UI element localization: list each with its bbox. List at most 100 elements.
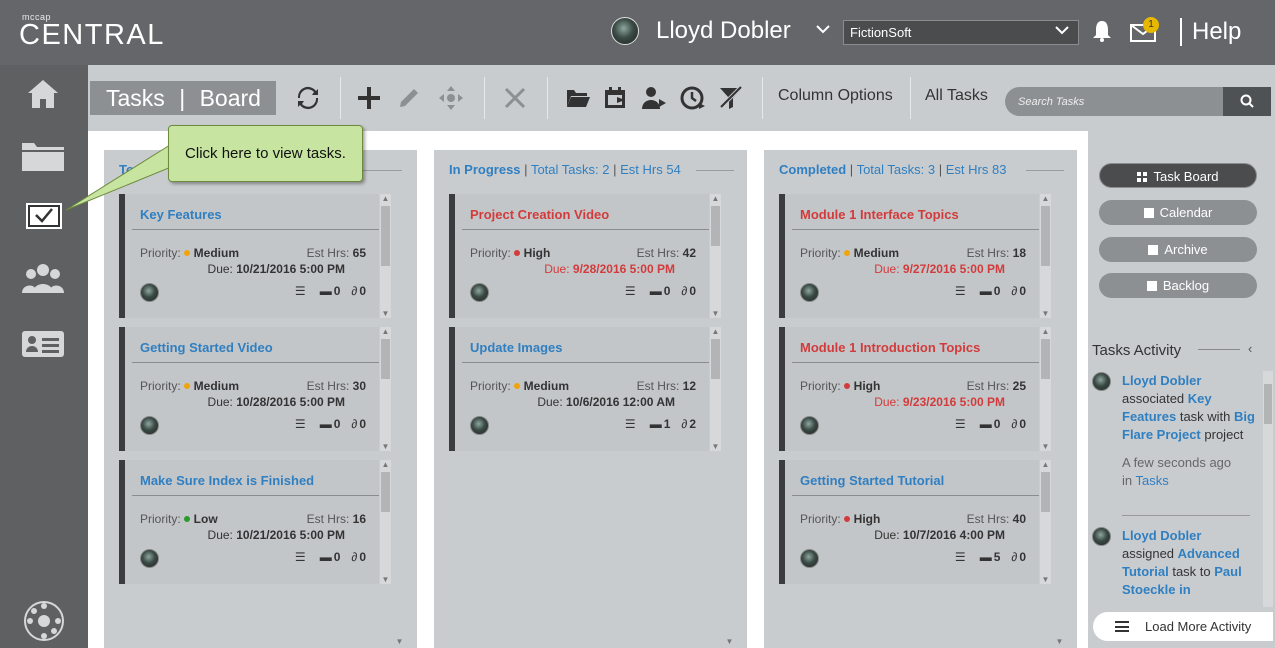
- task-title[interactable]: Update Images: [470, 340, 562, 355]
- scroll-up-icon[interactable]: ▲: [1040, 327, 1051, 336]
- checklist-icon[interactable]: ☰: [955, 284, 966, 298]
- scroll-up-icon[interactable]: ▲: [380, 194, 391, 203]
- column-name[interactable]: In Progress: [449, 162, 521, 177]
- comment-icon[interactable]: ▬: [650, 284, 662, 298]
- comment-icon[interactable]: ▬: [320, 284, 332, 298]
- scrollbar-thumb[interactable]: [711, 206, 720, 246]
- assignee-avatar[interactable]: [800, 549, 819, 568]
- attachment-icon[interactable]: ∂: [1011, 284, 1017, 298]
- assignee-avatar[interactable]: [140, 549, 159, 568]
- archive-button[interactable]: Archive: [1099, 237, 1257, 262]
- user-menu-chevron-icon[interactable]: [815, 22, 831, 40]
- activity-user-link[interactable]: Lloyd Dobler: [1122, 528, 1201, 543]
- task-card[interactable]: Make Sure Index is Finished Priority: Low E…: [119, 460, 379, 584]
- comment-icon[interactable]: ▬: [980, 284, 992, 298]
- comment-icon[interactable]: ▬: [320, 417, 332, 431]
- scroll-down-icon[interactable]: ▼: [1040, 442, 1051, 451]
- column-name[interactable]: To: [119, 162, 134, 177]
- checklist-icon[interactable]: ☰: [955, 550, 966, 564]
- home-icon[interactable]: [18, 77, 68, 117]
- column-scrollbar[interactable]: ▼: [1054, 190, 1065, 646]
- task-title[interactable]: Make Sure Index is Finished: [140, 473, 314, 488]
- column-scrollbar[interactable]: ▼: [724, 190, 735, 646]
- scrollbar-thumb[interactable]: [1041, 339, 1050, 379]
- card-scrollbar[interactable]: ▲ ▼: [380, 194, 391, 318]
- card-scrollbar[interactable]: ▲ ▼: [1040, 327, 1051, 451]
- scroll-down-icon[interactable]: ▼: [710, 442, 721, 451]
- delete-x-icon[interactable]: [502, 85, 528, 111]
- add-icon[interactable]: [356, 85, 382, 111]
- assignee-avatar[interactable]: [140, 283, 159, 302]
- card-scrollbar[interactable]: ▲ ▼: [710, 327, 721, 451]
- card-scrollbar[interactable]: ▲ ▼: [710, 194, 721, 318]
- user-avatar[interactable]: [611, 17, 639, 45]
- edit-pencil-icon[interactable]: [396, 85, 422, 111]
- checklist-icon[interactable]: ☰: [295, 550, 306, 564]
- search-input[interactable]: [1005, 87, 1223, 116]
- comment-icon[interactable]: ▬: [650, 417, 662, 431]
- task-title[interactable]: Key Features: [140, 207, 222, 222]
- checklist-icon[interactable]: ☰: [295, 284, 306, 298]
- scroll-down-icon[interactable]: ▼: [380, 575, 391, 584]
- attachment-icon[interactable]: ∂: [1011, 550, 1017, 564]
- card-scrollbar[interactable]: ▲ ▼: [1040, 194, 1051, 318]
- load-more-activity-button[interactable]: Load More Activity: [1093, 612, 1273, 641]
- task-card[interactable]: Key Features Priority: Medium Est Hrs: 65 Du…: [119, 194, 379, 318]
- checklist-icon[interactable]: ☰: [625, 284, 636, 298]
- clear-filter-icon[interactable]: [718, 85, 744, 111]
- comment-icon[interactable]: ▬: [320, 550, 332, 564]
- tasks-checkbox-icon[interactable]: [18, 199, 68, 239]
- calendar-button[interactable]: Calendar: [1099, 200, 1257, 225]
- assignee-avatar[interactable]: [470, 416, 489, 435]
- scrollbar-thumb[interactable]: [381, 206, 390, 266]
- task-card[interactable]: Module 1 Interface Topics Priority: Medium…: [779, 194, 1039, 318]
- bell-icon[interactable]: [1092, 20, 1112, 42]
- activity-where-link[interactable]: Tasks: [1136, 473, 1169, 488]
- card-scrollbar[interactable]: ▲ ▼: [380, 460, 391, 584]
- column-options-button[interactable]: Column Options: [778, 87, 893, 105]
- attachment-icon[interactable]: ∂: [351, 417, 357, 431]
- comment-icon[interactable]: ▬: [980, 550, 992, 564]
- activity-user-link[interactable]: Lloyd Dobler: [1122, 373, 1201, 388]
- column-scrollbar[interactable]: ▼: [394, 190, 405, 646]
- scroll-down-icon[interactable]: ▼: [724, 637, 735, 646]
- user-name[interactable]: Lloyd Dobler: [656, 17, 791, 45]
- assignee-avatar[interactable]: [800, 283, 819, 302]
- contact-card-icon[interactable]: [18, 327, 68, 367]
- attachment-icon[interactable]: ∂: [681, 417, 687, 431]
- scroll-up-icon[interactable]: ▲: [380, 460, 391, 469]
- column-name[interactable]: Completed: [779, 162, 846, 177]
- task-title[interactable]: Module 1 Interface Topics: [800, 207, 959, 222]
- comment-icon[interactable]: ▬: [980, 417, 992, 431]
- network-hub-icon[interactable]: [22, 599, 72, 641]
- scrollbar-thumb[interactable]: [1041, 472, 1050, 512]
- scroll-up-icon[interactable]: ▲: [1040, 194, 1051, 203]
- refresh-icon[interactable]: [295, 85, 321, 111]
- task-title[interactable]: Module 1 Introduction Topics: [800, 340, 980, 355]
- scrollbar-thumb[interactable]: [381, 339, 390, 379]
- task-card[interactable]: Update Images Priority: Medium Est Hrs: 12 D…: [449, 327, 709, 451]
- assignee-avatar[interactable]: [800, 416, 819, 435]
- assign-user-icon[interactable]: [641, 85, 667, 111]
- card-scrollbar[interactable]: ▲ ▼: [380, 327, 391, 451]
- scrollbar-thumb[interactable]: [711, 339, 720, 379]
- attachment-icon[interactable]: ∂: [681, 284, 687, 298]
- card-scrollbar[interactable]: ▲ ▼: [1040, 460, 1051, 584]
- backlog-button[interactable]: Backlog: [1099, 273, 1257, 298]
- all-tasks-filter[interactable]: All Tasks: [925, 87, 988, 105]
- assignee-avatar[interactable]: [470, 283, 489, 302]
- task-card[interactable]: Module 1 Introduction Topics Priority: Hig…: [779, 327, 1039, 451]
- scroll-down-icon[interactable]: ▼: [380, 309, 391, 318]
- search-button[interactable]: [1223, 87, 1271, 116]
- folder-icon[interactable]: [18, 139, 68, 179]
- calendar-move-icon[interactable]: [603, 85, 629, 111]
- collapse-chevron-icon[interactable]: ‹: [1248, 341, 1252, 356]
- app-logo[interactable]: CENTRAL: [19, 19, 165, 52]
- scroll-down-icon[interactable]: ▼: [1054, 637, 1065, 646]
- task-board-button[interactable]: Task Board: [1099, 163, 1257, 188]
- attachment-icon[interactable]: ∂: [1011, 417, 1017, 431]
- attachment-icon[interactable]: ∂: [351, 284, 357, 298]
- scrollbar-thumb[interactable]: [1264, 384, 1272, 424]
- task-title[interactable]: Getting Started Video: [140, 340, 273, 355]
- task-card[interactable]: Project Creation Video Priority: High Est H…: [449, 194, 709, 318]
